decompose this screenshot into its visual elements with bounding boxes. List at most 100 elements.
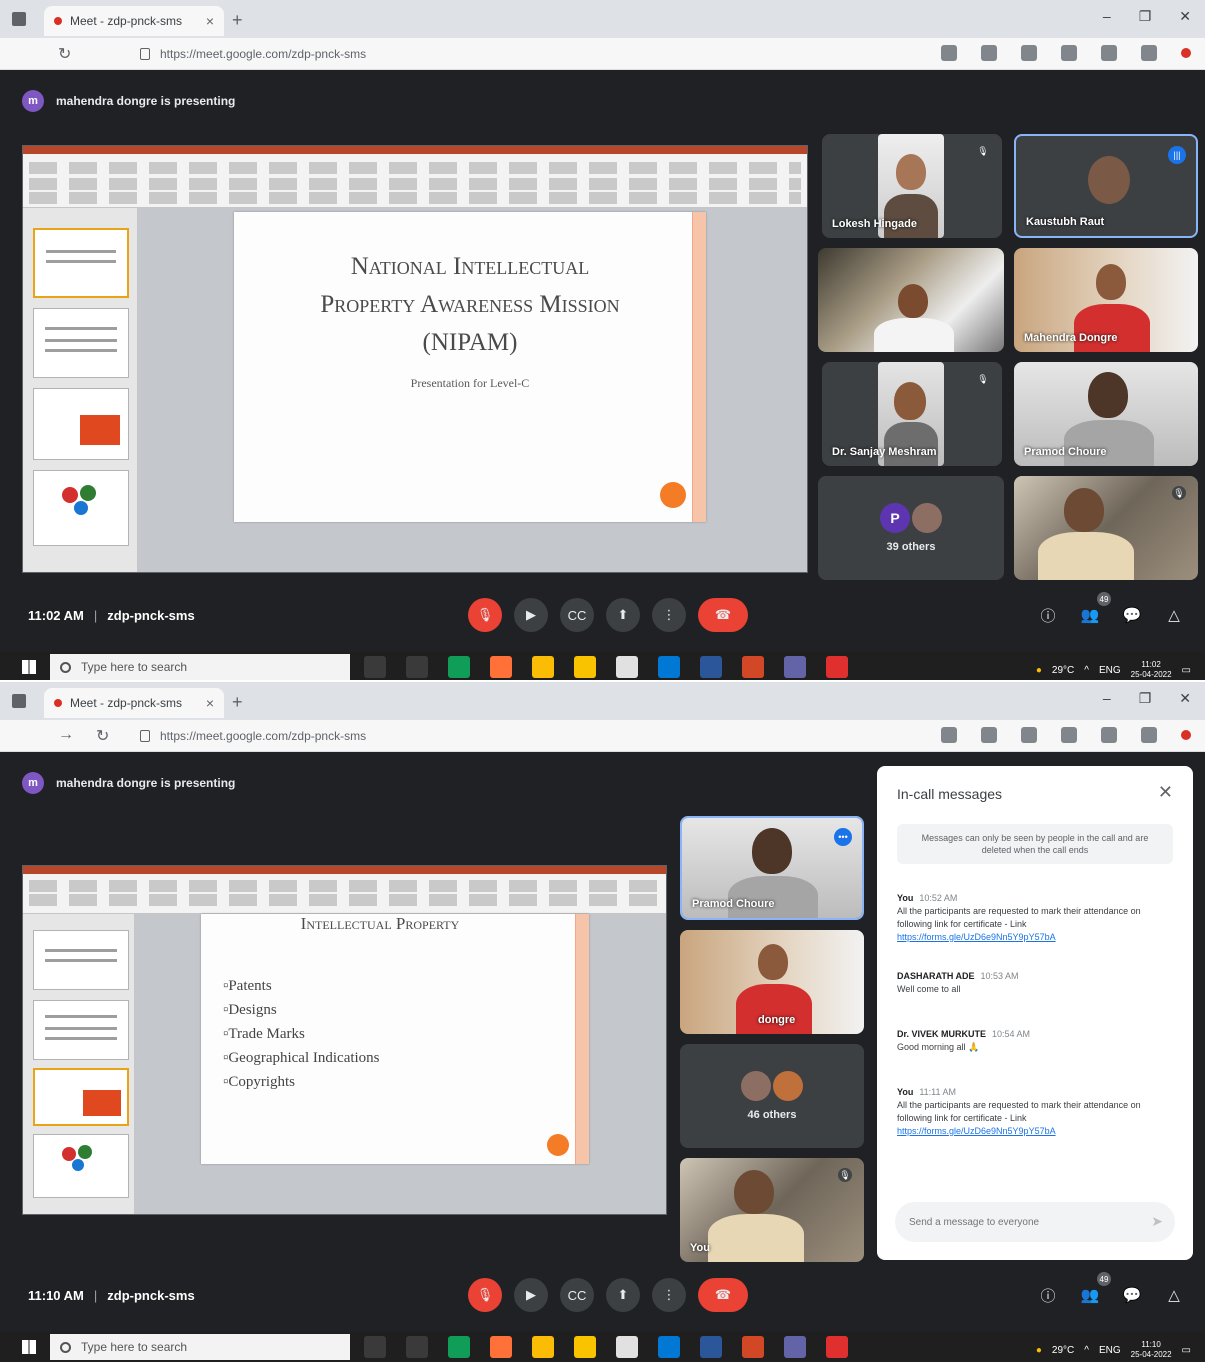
notifications-icon[interactable]: ▭ (1182, 665, 1191, 676)
participant-tile[interactable]: ||| Kaustubh Raut (1014, 134, 1198, 238)
language[interactable]: ENG (1099, 665, 1121, 676)
collections-icon[interactable] (1101, 45, 1117, 61)
chat-icon[interactable]: 💬 (1121, 604, 1143, 626)
read-aloud-icon[interactable] (1021, 45, 1037, 61)
teams-icon[interactable] (784, 1336, 806, 1358)
language[interactable]: ENG (1099, 1345, 1121, 1356)
clock[interactable]: 11:10 25-04-2022 (1131, 1340, 1172, 1360)
forward-icon[interactable]: → (58, 726, 74, 746)
extension-icon[interactable] (981, 727, 997, 743)
browser-menu-icon[interactable] (12, 12, 26, 26)
windows-start-icon[interactable] (22, 660, 36, 674)
lock-icon[interactable] (140, 730, 150, 742)
people-icon[interactable]: 👥 (1079, 1284, 1101, 1306)
mic-icon[interactable]: 🎙 (468, 1278, 502, 1312)
participant-tile[interactable]: 🎙 (1014, 476, 1198, 580)
taskbar-search[interactable]: Type here to search (50, 1334, 350, 1360)
others-tile[interactable]: 46 others (680, 1044, 864, 1148)
collections-icon[interactable] (1101, 727, 1117, 743)
windows-start-icon[interactable] (22, 1340, 36, 1354)
chat-input[interactable] (895, 1202, 1175, 1242)
profile-icon[interactable] (1141, 45, 1157, 61)
firefox-icon[interactable] (490, 1336, 512, 1358)
close-tab-icon[interactable]: × (206, 13, 214, 29)
notification-icon[interactable] (1181, 48, 1191, 58)
people-icon[interactable]: 👥 (1079, 604, 1101, 626)
more-icon[interactable]: ⋮ (652, 1278, 686, 1312)
camera-permission-icon[interactable] (941, 727, 957, 743)
browser-tab-meet[interactable]: Meet - zdp-pnck-sms × (44, 6, 224, 36)
notification-icon[interactable] (1181, 730, 1191, 740)
mic-icon[interactable]: 🎙 (468, 598, 502, 632)
teams-icon[interactable] (784, 656, 806, 678)
url-field[interactable]: https://meet.google.com/zdp-pnck-sms (140, 725, 860, 747)
close-icon[interactable]: ✕ (1158, 782, 1173, 803)
activities-icon[interactable]: △ (1163, 1284, 1185, 1306)
new-tab-icon[interactable]: + (232, 692, 243, 713)
read-aloud-icon[interactable] (1021, 727, 1037, 743)
reload-icon[interactable]: ↻ (96, 726, 109, 746)
cortana-icon[interactable] (364, 656, 386, 678)
favorites-icon[interactable] (1061, 45, 1077, 61)
url-field[interactable]: https://meet.google.com/zdp-pnck-sms (140, 43, 860, 65)
info-icon[interactable]: ⓘ (1037, 604, 1059, 626)
end-call-icon[interactable]: ☎ (698, 598, 748, 632)
shared-screen[interactable]: Intellectual Property ▫Patents ▫Designs … (22, 865, 667, 1215)
favorites-icon[interactable] (1061, 727, 1077, 743)
chrome-icon[interactable] (532, 1336, 554, 1358)
acrobat-icon[interactable] (826, 656, 848, 678)
chat-icon[interactable]: 💬 (1121, 1284, 1143, 1306)
shared-screen[interactable]: National Intellectual Property Awareness… (22, 145, 808, 573)
chat-link[interactable]: https://forms.gle/UzD6e9Nn5Y9pY57bA (897, 931, 1167, 944)
maximize-icon[interactable]: ❐ (1139, 8, 1152, 25)
powerpoint-icon[interactable] (742, 656, 764, 678)
close-window-icon[interactable]: ✕ (1179, 8, 1191, 25)
weather-icon[interactable]: ● (1036, 1345, 1042, 1356)
close-tab-icon[interactable]: × (206, 695, 214, 711)
captions-icon[interactable]: CC (560, 598, 594, 632)
more-icon[interactable]: ⋮ (652, 598, 686, 632)
powerpoint-icon[interactable] (742, 1336, 764, 1358)
send-icon[interactable]: ➤ (1151, 1213, 1163, 1230)
profile-icon[interactable] (1141, 727, 1157, 743)
participant-tile[interactable]: ••• Pramod Choure (680, 816, 864, 920)
participant-tile[interactable]: 🎙 Dr. Sanjay Meshram (822, 362, 1002, 466)
minimize-icon[interactable]: – (1103, 8, 1111, 25)
store-icon[interactable] (616, 656, 638, 678)
edge-icon[interactable] (448, 1336, 470, 1358)
others-tile[interactable]: P 39 others (818, 476, 1004, 580)
clock[interactable]: 11:02 25-04-2022 (1131, 660, 1172, 680)
task-view-icon[interactable] (406, 1336, 428, 1358)
participant-tile[interactable]: dongre (680, 930, 864, 1034)
firefox-icon[interactable] (490, 656, 512, 678)
mail-icon[interactable] (658, 1336, 680, 1358)
camera-icon[interactable]: ▶ (514, 598, 548, 632)
word-icon[interactable] (700, 656, 722, 678)
task-view-icon[interactable] (406, 656, 428, 678)
present-icon[interactable]: ⬆ (606, 598, 640, 632)
reload-icon[interactable]: ↻ (58, 44, 71, 64)
chrome-icon[interactable] (532, 656, 554, 678)
edge-icon[interactable] (448, 656, 470, 678)
tray-chevron-icon[interactable]: ^ (1084, 1345, 1089, 1356)
participant-tile[interactable]: Mahendra Dongre (1014, 248, 1198, 352)
maximize-icon[interactable]: ❐ (1139, 690, 1152, 707)
file-explorer-icon[interactable] (574, 1336, 596, 1358)
acrobat-icon[interactable] (826, 1336, 848, 1358)
captions-icon[interactable]: CC (560, 1278, 594, 1312)
taskbar-search[interactable]: Type here to search (50, 654, 350, 680)
activities-icon[interactable]: △ (1163, 604, 1185, 626)
weather-icon[interactable]: ● (1036, 665, 1042, 676)
camera-icon[interactable]: ▶ (514, 1278, 548, 1312)
extension-icon[interactable] (981, 45, 997, 61)
chat-link[interactable]: https://forms.gle/UzD6e9Nn5Y9pY57bA (897, 1125, 1167, 1138)
participant-tile[interactable] (818, 248, 1004, 352)
word-icon[interactable] (700, 1336, 722, 1358)
participant-tile[interactable]: 🎙 Lokesh Hingade (822, 134, 1002, 238)
new-tab-icon[interactable]: + (232, 10, 243, 31)
notifications-icon[interactable]: ▭ (1182, 1345, 1191, 1356)
store-icon[interactable] (616, 1336, 638, 1358)
participant-tile[interactable]: Pramod Choure (1014, 362, 1198, 466)
cortana-icon[interactable] (364, 1336, 386, 1358)
participant-tile[interactable]: 🎙 You (680, 1158, 864, 1262)
